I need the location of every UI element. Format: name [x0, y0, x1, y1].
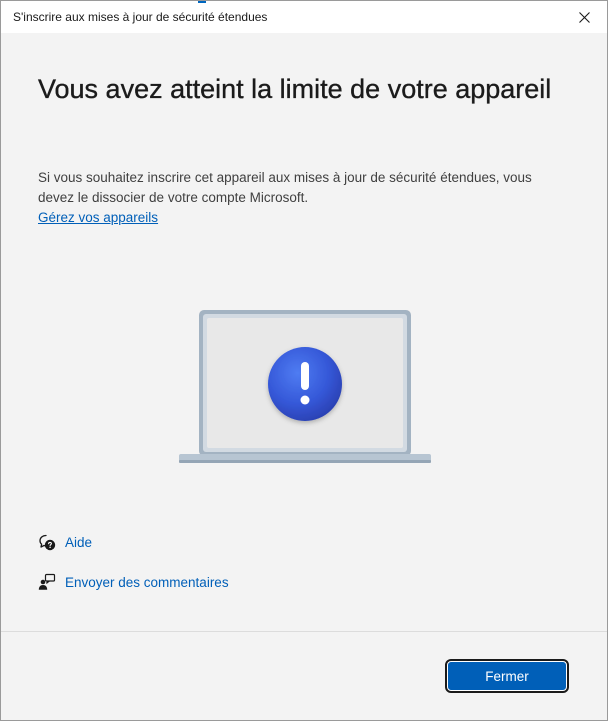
description-text: Si vous souhaitez inscrire cet appareil …	[38, 170, 532, 205]
title-bar-accent	[198, 1, 206, 3]
help-link[interactable]: Aide	[38, 533, 92, 551]
window-close-button[interactable]	[561, 1, 607, 33]
feedback-link[interactable]: Envoyer des commentaires	[38, 573, 229, 591]
help-link-label: Aide	[65, 534, 93, 550]
dialog-content: Vous avez atteint la limite de votre app…	[1, 33, 607, 631]
window-title: S'inscrire aux mises à jour de sécurité …	[13, 10, 268, 24]
help-chat-icon	[39, 534, 56, 551]
title-bar: S'inscrire aux mises à jour de sécurité …	[1, 1, 607, 33]
manage-devices-link[interactable]: Gérez vos appareils	[38, 208, 158, 228]
feedback-person-icon	[38, 573, 56, 590]
laptop-with-exclamation-icon	[179, 310, 431, 463]
dialog-window: S'inscrire aux mises à jour de sécurité …	[0, 0, 608, 721]
page-title: Vous avez atteint la limite de votre app…	[38, 74, 552, 104]
close-button[interactable]: Fermer	[445, 659, 569, 693]
close-icon	[578, 11, 590, 23]
dialog-footer: Fermer	[1, 631, 607, 720]
feedback-link-label: Envoyer des commentaires	[65, 574, 229, 590]
